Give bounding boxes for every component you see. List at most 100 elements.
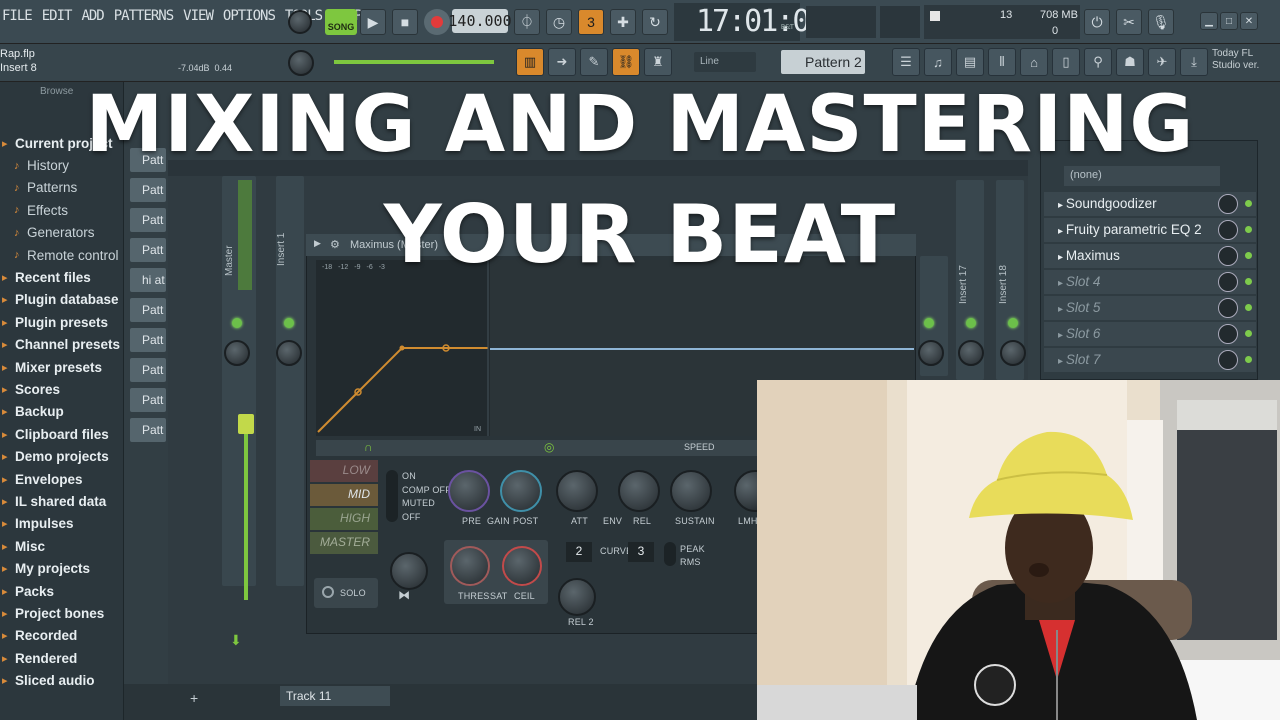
- metronome-button[interactable]: ⏀: [514, 9, 540, 35]
- attack-knob[interactable]: [556, 470, 598, 512]
- master-volume-slider[interactable]: [334, 60, 494, 64]
- menu-file[interactable]: FILE: [0, 8, 34, 34]
- browser-item-plugin-presets[interactable]: ▸ Plugin presets: [2, 311, 120, 333]
- curve-left-value[interactable]: 2: [566, 542, 592, 562]
- song-mode-button[interactable]: SONG: [325, 9, 357, 35]
- news-panel[interactable]: Today FL Studio ver.: [1212, 48, 1259, 72]
- pattern-clip-label[interactable]: Patt: [130, 328, 166, 352]
- sustain-knob[interactable]: [670, 470, 712, 512]
- master-volume-knob[interactable]: [288, 10, 312, 34]
- browser-item-my-projects[interactable]: ▸ My projects: [2, 557, 120, 579]
- menu-edit[interactable]: EDIT: [40, 8, 74, 34]
- draw-tool-button[interactable]: ✎: [580, 48, 608, 76]
- plugin-picker-button[interactable]: ⌂: [1020, 48, 1048, 76]
- browser-button[interactable]: ▯: [1052, 48, 1080, 76]
- step-edit-button[interactable]: ✚: [610, 9, 636, 35]
- release2-knob[interactable]: [558, 578, 596, 616]
- pattern-selector[interactable]: Pattern 2: [781, 50, 865, 74]
- play-button[interactable]: ▶: [360, 9, 386, 35]
- headphones-icon[interactable]: ∩: [364, 440, 373, 454]
- browser-item-backup[interactable]: ▸ Backup: [2, 401, 120, 423]
- pattern-song-toggle[interactable]: ▥: [516, 48, 544, 76]
- browser-item-channel-presets[interactable]: ▸ Channel presets: [2, 334, 120, 356]
- band-enable-switch[interactable]: [386, 470, 398, 522]
- band-master-button[interactable]: MASTER: [310, 532, 378, 554]
- insert18-enable-led[interactable]: [1008, 318, 1018, 328]
- browser-item-sliced-audio[interactable]: ▸ Sliced audio: [2, 669, 120, 691]
- maximus-curve-graph[interactable]: [316, 260, 490, 436]
- pattern-clip-label[interactable]: Patt: [130, 358, 166, 382]
- slot-mix-knob[interactable]: [1218, 324, 1238, 344]
- insert16-enable-led[interactable]: [924, 318, 934, 328]
- countdown-button[interactable]: 3: [578, 9, 604, 35]
- pitch-slider[interactable]: [880, 6, 920, 38]
- slot-mix-knob[interactable]: [1218, 298, 1238, 318]
- browser-item-plugin-database[interactable]: ▸ Plugin database: [2, 289, 120, 311]
- menu-options[interactable]: OPTIONS: [221, 8, 277, 34]
- render-button[interactable]: ⤓: [1180, 48, 1208, 76]
- playlist-track-label[interactable]: Track 11: [280, 686, 390, 706]
- browser-item-recorded[interactable]: ▸ Recorded: [2, 625, 120, 647]
- browser-item-rendered[interactable]: ▸ Rendered: [2, 647, 120, 669]
- stop-button[interactable]: ■: [392, 9, 418, 35]
- peak-rms-switch[interactable]: [664, 542, 676, 566]
- add-track-icon[interactable]: +: [190, 690, 198, 706]
- stamp-tool-button[interactable]: ♜: [644, 48, 672, 76]
- insert17-pan-knob[interactable]: [958, 340, 984, 366]
- browser-item-misc[interactable]: ▸ Misc: [2, 535, 120, 557]
- band-high-button[interactable]: HIGH: [310, 508, 378, 530]
- browser-item-project-bones[interactable]: ▸ Project bones: [2, 602, 120, 624]
- browser-item-il-shared-data[interactable]: ▸ IL shared data: [2, 490, 120, 512]
- menu-patterns[interactable]: PATTERNS: [112, 8, 175, 34]
- menu-add[interactable]: ADD: [79, 8, 105, 34]
- link-tool-button[interactable]: ⛓: [612, 48, 640, 76]
- playlist-button[interactable]: ☰: [892, 48, 920, 76]
- next-button[interactable]: ➜: [548, 48, 576, 76]
- master-enable-led[interactable]: [232, 318, 242, 328]
- ceiling-knob[interactable]: [502, 546, 542, 586]
- tempo-display[interactable]: 140.000: [448, 9, 512, 33]
- song-time-display[interactable]: 17:01:00 B:S:T: [674, 3, 826, 41]
- snap-selector[interactable]: Line: [694, 52, 756, 72]
- browser-item-clipboard-files[interactable]: ▸ Clipboard files: [2, 423, 120, 445]
- browser-item-envelopes[interactable]: ▸ Envelopes: [2, 468, 120, 490]
- insert17-enable-led[interactable]: [966, 318, 976, 328]
- insert1-pan-knob[interactable]: [276, 340, 302, 366]
- loop-record-button[interactable]: ↻: [642, 9, 668, 35]
- insert1-enable-led[interactable]: [284, 318, 294, 328]
- insert16-pan-knob[interactable]: [918, 340, 944, 366]
- master-pan-knob[interactable]: [224, 340, 250, 366]
- solo-button[interactable]: SOLO: [314, 578, 378, 608]
- send-arrow-icon[interactable]: ⬇: [230, 632, 242, 649]
- release-knob[interactable]: [618, 470, 660, 512]
- menu-view[interactable]: VIEW: [181, 8, 215, 34]
- pre-gain-knob[interactable]: [448, 470, 490, 512]
- plugin-db-button[interactable]: ⚲: [1084, 48, 1112, 76]
- mixer-button[interactable]: ⫴: [988, 48, 1016, 76]
- pattern-clip-label[interactable]: Patt: [130, 388, 166, 412]
- curve-right-value[interactable]: 3: [628, 542, 654, 562]
- browser-item-packs[interactable]: ▸ Packs: [2, 580, 120, 602]
- close-button[interactable]: ✕: [1240, 12, 1258, 30]
- minimize-button[interactable]: ▁: [1200, 12, 1218, 30]
- record-button[interactable]: [424, 9, 450, 35]
- piano-roll-button[interactable]: ♫: [924, 48, 952, 76]
- pattern-clip-label[interactable]: Patt: [130, 298, 166, 322]
- threshold-knob[interactable]: [450, 546, 490, 586]
- effect-slot-6[interactable]: ▸ Slot 6: [1044, 322, 1256, 346]
- slot-enable-led[interactable]: [1245, 304, 1252, 311]
- post-gain-knob[interactable]: [500, 470, 542, 512]
- effect-slot-7[interactable]: ▸ Slot 7: [1044, 348, 1256, 372]
- band-mid-button[interactable]: MID: [310, 484, 378, 506]
- touch-controller-button[interactable]: ☗: [1116, 48, 1144, 76]
- panic-button[interactable]: ⏻: [1084, 9, 1110, 35]
- master-fader[interactable]: [238, 414, 254, 434]
- slot-enable-led[interactable]: [1245, 330, 1252, 337]
- effect-slot-5[interactable]: ▸ Slot 5: [1044, 296, 1256, 320]
- pattern-clip-label[interactable]: Patt: [130, 418, 166, 442]
- browser-item-mixer-presets[interactable]: ▸ Mixer presets: [2, 356, 120, 378]
- browser-item-demo-projects[interactable]: ▸ Demo projects: [2, 445, 120, 467]
- channel-rack-button[interactable]: ▤: [956, 48, 984, 76]
- band-volume-knob[interactable]: [390, 552, 428, 590]
- insert18-pan-knob[interactable]: [1000, 340, 1026, 366]
